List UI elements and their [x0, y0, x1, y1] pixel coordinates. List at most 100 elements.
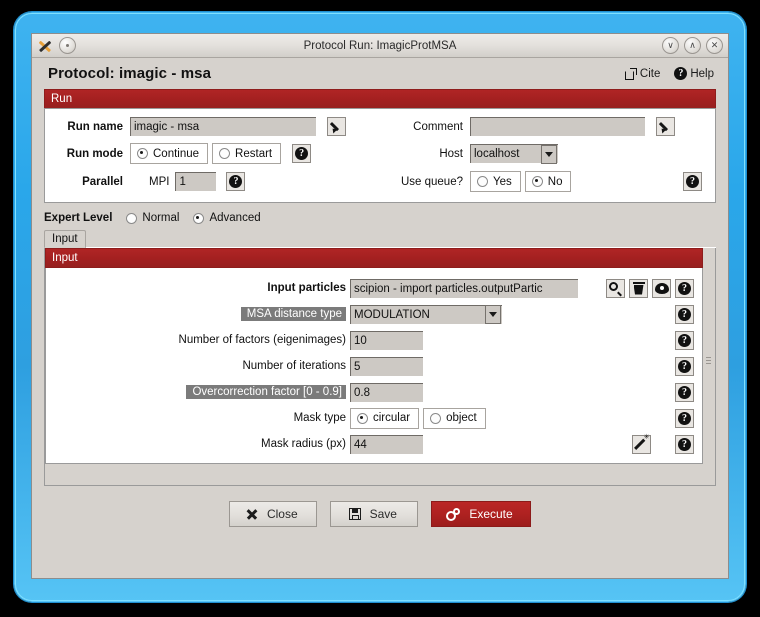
use-queue-label: Use queue? [400, 175, 463, 188]
help-button[interactable]: ? Help [674, 67, 714, 80]
input-particles-input[interactable]: scipion - import particles.outputPartic [350, 278, 578, 298]
tab-panel-input: Input Input particles scipion - import p… [44, 248, 716, 486]
chevron-down-icon[interactable] [485, 305, 501, 324]
tab-strip: Input [44, 228, 716, 248]
input-particles-help-button[interactable]: ? [675, 278, 694, 298]
question-circle-icon: ? [674, 67, 688, 80]
run-name-row: Run name imagic - msa Comment [55, 117, 705, 136]
view-input-particles-button[interactable] [652, 278, 671, 298]
field-row-number-of-factors: Number of factors (eigenimages) 10 ? [46, 327, 702, 353]
protocol-header: Protocol: imagic - msa Cite ? Help [32, 58, 728, 89]
help-icon: ? [678, 281, 691, 295]
clear-input-particles-button[interactable] [629, 278, 648, 298]
expert-level-advanced-label: Advanced [209, 212, 261, 224]
run-mode-restart-option[interactable]: Restart [212, 143, 282, 164]
host-select[interactable]: localhost [470, 144, 558, 164]
radio-indicator [219, 148, 231, 159]
mask-type-label: Mask type [293, 412, 346, 424]
use-queue-help-button[interactable]: ? [683, 172, 702, 191]
eye-icon [654, 282, 669, 294]
panel-scrollbar[interactable] [703, 249, 714, 484]
cite-label: Cite [639, 67, 661, 80]
help-icon: ? [678, 437, 691, 451]
use-queue-yes-option[interactable]: Yes [470, 171, 521, 192]
page-title: Protocol: imagic - msa [48, 65, 212, 82]
mask-type-help-button[interactable]: ? [675, 408, 694, 428]
expert-level-row: Expert Level Normal Advanced [44, 212, 716, 224]
help-icon: ? [678, 411, 691, 425]
overcorrection-factor-input[interactable]: 0.8 [350, 382, 423, 402]
browse-input-particles-button[interactable] [606, 278, 625, 298]
mask-radius-label: Mask radius (px) [261, 438, 346, 450]
gears-icon [446, 507, 461, 521]
overcorrection-factor-help-button[interactable]: ? [675, 382, 694, 402]
run-name-input[interactable]: imagic - msa [130, 117, 316, 136]
help-icon: ? [678, 385, 691, 399]
field-row-number-of-iterations: Number of iterations 5 ? [46, 353, 702, 379]
mask-type-circular-option[interactable]: circular [350, 407, 420, 429]
maximize-button[interactable]: ∧ [684, 37, 701, 54]
close-button[interactable]: Close [229, 501, 318, 527]
mask-type-object-option[interactable]: object [423, 407, 486, 429]
radio-indicator [357, 412, 368, 424]
save-button[interactable]: Save [330, 501, 419, 527]
help-label: Help [690, 67, 714, 80]
use-queue-yes-label: Yes [493, 175, 512, 188]
mask-radius-help-button[interactable]: ? [675, 434, 694, 454]
cite-button[interactable]: Cite [624, 67, 661, 80]
mask-radius-input[interactable]: 44 [350, 434, 423, 454]
radio-indicator [430, 412, 442, 424]
number-of-factors-label: Number of factors (eigenimages) [178, 334, 346, 346]
window-title: Protocol Run: ImagicProtMSA [303, 39, 457, 52]
number-of-iterations-help-button[interactable]: ? [675, 356, 694, 376]
dialog-footer: Close Save Execute [32, 486, 728, 527]
protocol-run-window: Protocol Run: ImagicProtMSA ∨ ∧ ✕ Protoc… [31, 33, 729, 579]
scrollbar-grip[interactable] [706, 357, 711, 366]
comment-label: Comment [413, 120, 463, 133]
mpi-input[interactable]: 1 [175, 172, 217, 191]
minimize-button[interactable]: ∨ [662, 37, 679, 54]
field-row-mask-type: Mask type circular object ? [46, 405, 702, 431]
scipion-x-icon [37, 38, 53, 54]
field-row-msa-distance-type: MSA distance type MODULATION ? [46, 301, 702, 327]
chevron-down-icon[interactable] [541, 144, 557, 164]
external-link-icon [624, 67, 637, 80]
close-window-button[interactable]: ✕ [706, 37, 723, 54]
mpi-help-button[interactable]: ? [226, 172, 246, 191]
expert-level-advanced-option[interactable]: Advanced [193, 212, 261, 224]
expert-level-label: Expert Level [44, 212, 113, 224]
parallel-row: Parallel MPI 1 ? Use queue? Yes No ? [55, 171, 705, 192]
window-menu-icon[interactable] [59, 37, 76, 54]
number-of-iterations-label: Number of iterations [242, 360, 346, 372]
tab-input[interactable]: Input [44, 230, 86, 248]
mask-type-object-label: object [446, 412, 477, 424]
msa-distance-type-select[interactable]: MODULATION [350, 304, 502, 324]
number-of-factors-input[interactable]: 10 [350, 330, 423, 350]
run-mode-help-button[interactable]: ? [292, 144, 312, 163]
run-section-body: Run name imagic - msa Comment Run mode C… [44, 108, 716, 203]
help-icon: ? [678, 333, 691, 347]
run-section-heading: Run [44, 89, 716, 108]
msa-distance-type-label: MSA distance type [240, 307, 346, 321]
edit-run-name-button[interactable] [327, 117, 346, 136]
mask-radius-wizard-button[interactable] [632, 434, 651, 454]
number-of-iterations-input[interactable]: 5 [350, 356, 423, 376]
help-icon: ? [678, 359, 691, 373]
mpi-label: MPI [149, 175, 170, 188]
overcorrection-factor-label: Overcorrection factor [0 - 0.9] [186, 385, 346, 399]
expert-level-normal-option[interactable]: Normal [126, 212, 179, 224]
use-queue-no-option[interactable]: No [524, 171, 572, 192]
execute-button[interactable]: Execute [431, 501, 531, 527]
run-mode-continue-option[interactable]: Continue [130, 143, 209, 164]
comment-input[interactable] [470, 117, 645, 136]
close-button-label: Close [266, 507, 298, 521]
window-titlebar: Protocol Run: ImagicProtMSA ∨ ∧ ✕ [32, 34, 728, 58]
wand-icon [635, 434, 650, 451]
edit-comment-button[interactable] [656, 117, 675, 136]
number-of-factors-help-button[interactable]: ? [675, 330, 694, 350]
run-section: Run Run name imagic - msa Comment Run mo… [44, 89, 716, 203]
input-section-body: Input particles scipion - import particl… [45, 268, 703, 464]
field-row-input-particles: Input particles scipion - import particl… [46, 275, 702, 301]
run-mode-label: Run mode [66, 147, 123, 160]
msa-distance-type-help-button[interactable]: ? [675, 304, 694, 324]
